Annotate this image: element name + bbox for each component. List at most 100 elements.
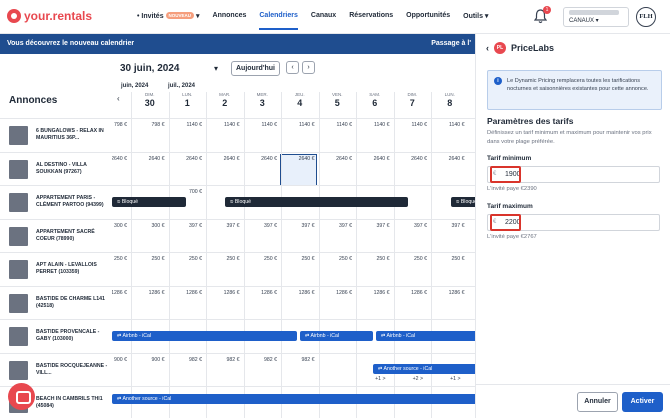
next-button[interactable]: › [302, 61, 315, 74]
price-cell[interactable]: 397 € [169, 223, 207, 229]
price-cell[interactable]: 397 € [431, 223, 469, 229]
price-cell[interactable]: 1286 € [431, 290, 469, 296]
price-cell[interactable]: 1140 € [319, 122, 357, 128]
price-cell[interactable]: 900 € [131, 357, 169, 363]
price-cell[interactable]: 397 € [206, 223, 244, 229]
booking-bar[interactable]: ⇄ Another source - iCal [373, 363, 475, 374]
row-divider [112, 118, 475, 119]
nav-item-calendriers[interactable]: Calendriers [259, 12, 298, 30]
price-cell[interactable]: 1140 € [169, 122, 207, 128]
booking-bar[interactable]: ⇄ Another source - iCal [112, 394, 475, 404]
price-cell[interactable]: 2640 € [244, 156, 282, 162]
cancel-button[interactable]: Annuler [577, 392, 618, 412]
blocked-bar[interactable]: ⦸ Bloqué [451, 197, 475, 207]
nav-item-invites[interactable]: • Invités NOUVEAU ▾ [137, 12, 200, 30]
price-cell[interactable]: 397 € [281, 223, 319, 229]
activate-button[interactable]: Activer [622, 392, 663, 412]
price-cell[interactable]: 2640 € [131, 156, 169, 162]
price-cell[interactable]: 250 € [112, 256, 131, 262]
price-cell[interactable]: 1286 € [319, 290, 357, 296]
panel-header: ‹ PL PriceLabs [486, 42, 554, 54]
avatar[interactable]: FLH [636, 7, 656, 27]
listing-row[interactable]: BASTIDE PROVENCALE - GABY (103000) [0, 319, 112, 353]
price-cell[interactable]: 982 € [244, 357, 282, 363]
back-chevron-icon[interactable]: ‹ [486, 43, 489, 53]
current-date[interactable]: 30 juin, 2024 [120, 63, 179, 74]
day-number: 3 [259, 98, 265, 108]
listing-row[interactable]: Apt Alain - Levallois Perret (103359) [0, 252, 112, 286]
price-cell[interactable]: 1286 € [356, 290, 394, 296]
blocked-bar[interactable]: ⦸ Bloqué [225, 197, 408, 207]
price-cell[interactable]: 250 € [431, 256, 469, 262]
price-cell[interactable]: 1286 € [394, 290, 432, 296]
booking-bar[interactable]: ⇄ Airbnb - iCal [112, 331, 297, 341]
price-cell[interactable]: 1286 € [169, 290, 207, 296]
price-cell[interactable]: 1140 € [244, 122, 282, 128]
price-cell[interactable]: 250 € [206, 256, 244, 262]
price-cell[interactable]: 397 € [394, 223, 432, 229]
price-cell[interactable]: 2640 € [394, 156, 432, 162]
price-cell[interactable]: 397 € [244, 223, 282, 229]
chat-button[interactable] [8, 383, 35, 410]
listing-row[interactable]: APPARTEMENT SACRÉ COEUR (78990) [0, 218, 112, 253]
booking-bar[interactable]: ⇄ Airbnb - iCal [300, 331, 373, 341]
price-cell[interactable]: 250 € [394, 256, 432, 262]
price-cell[interactable]: 1286 € [112, 290, 131, 296]
price-cell[interactable]: 250 € [131, 256, 169, 262]
price-cell[interactable]: 982 € [281, 357, 319, 363]
price-cell[interactable]: 300 € [131, 223, 169, 229]
price-cell[interactable]: 250 € [244, 256, 282, 262]
price-cell[interactable]: 397 € [319, 223, 357, 229]
nav-item-reservations[interactable]: Réservations [349, 12, 393, 30]
price-cell[interactable]: 798 € [131, 122, 169, 128]
price-cell[interactable]: 1140 € [206, 122, 244, 128]
today-button[interactable]: Aujourd'hui [231, 61, 280, 76]
price-cell[interactable]: 397 € [356, 223, 394, 229]
price-cell[interactable]: 1286 € [244, 290, 282, 296]
price-cell[interactable]: 2640 € [169, 156, 207, 162]
banner-switch-link[interactable]: Passage à l' [431, 40, 471, 47]
price-cell[interactable]: 798 € [112, 122, 131, 128]
listing-row[interactable]: BASTIDE ROCQUEJEANNE - VILL... [0, 352, 112, 387]
price-cell[interactable]: 250 € [169, 256, 207, 262]
price-cell[interactable]: 300 € [112, 223, 131, 229]
price-cell[interactable]: 982 € [169, 357, 207, 363]
notifications-button[interactable]: 1 [533, 6, 551, 25]
account-selector[interactable]: CANAUX ▾ [563, 7, 629, 27]
price-cell[interactable]: 900 € [112, 357, 131, 363]
price-cell[interactable]: 700 € [169, 189, 207, 195]
price-cell[interactable]: 1286 € [206, 290, 244, 296]
listing-row[interactable]: Appartement Paris - Clément Partoo (9439… [0, 185, 112, 219]
price-cell[interactable]: 1286 € [131, 290, 169, 296]
blocked-bar[interactable]: ⦸ Bloqué [112, 197, 186, 207]
price-cell[interactable]: 1286 € [281, 290, 319, 296]
price-cell[interactable]: 1140 € [281, 122, 319, 128]
nav-item-outils[interactable]: Outils ▾ [463, 12, 488, 30]
price-cell[interactable]: 250 € [319, 256, 357, 262]
nav-item-canaux[interactable]: Canaux [311, 12, 336, 30]
price-cell[interactable]: 2640 € [356, 156, 394, 162]
listing-row[interactable]: BASTIDE DE CHARME L141 (42518) [0, 285, 112, 320]
nav-item-opportunites[interactable]: Opportunités [406, 12, 450, 30]
listing-row[interactable]: 6 BUNGALOWS - RELAX IN MAURITIUS 36P... [0, 118, 112, 152]
price-cell[interactable]: 2640 € [206, 156, 244, 162]
price-cell[interactable]: 1140 € [356, 122, 394, 128]
chevron-down-icon[interactable]: ▾ [214, 64, 218, 73]
account-name-redacted [569, 10, 619, 15]
booking-bar[interactable]: ⇄ Airbnb - iCal [376, 331, 475, 341]
price-cell[interactable]: 1140 € [394, 122, 432, 128]
day-header: VEN. 5 [319, 92, 357, 108]
price-cell[interactable]: 2640 € [431, 156, 469, 162]
price-cell[interactable]: 250 € [356, 256, 394, 262]
price-cell[interactable]: 1140 € [431, 122, 469, 128]
price-cell[interactable]: 2640 € [112, 156, 131, 162]
listing-row[interactable]: AL DESTINO - VILLA SOUKKAN (97267) [0, 151, 112, 186]
nav-item-annonces[interactable]: Annonces [213, 12, 247, 30]
prev-button[interactable]: ‹ [286, 61, 299, 74]
panel-footer: Annuler Activer [476, 384, 670, 418]
brand-logo[interactable]: your.rentals [7, 9, 92, 23]
price-cell[interactable]: 2640 € [281, 156, 319, 162]
price-cell[interactable]: 250 € [281, 256, 319, 262]
price-cell[interactable]: 982 € [206, 357, 244, 363]
price-cell[interactable]: 2640 € [319, 156, 357, 162]
